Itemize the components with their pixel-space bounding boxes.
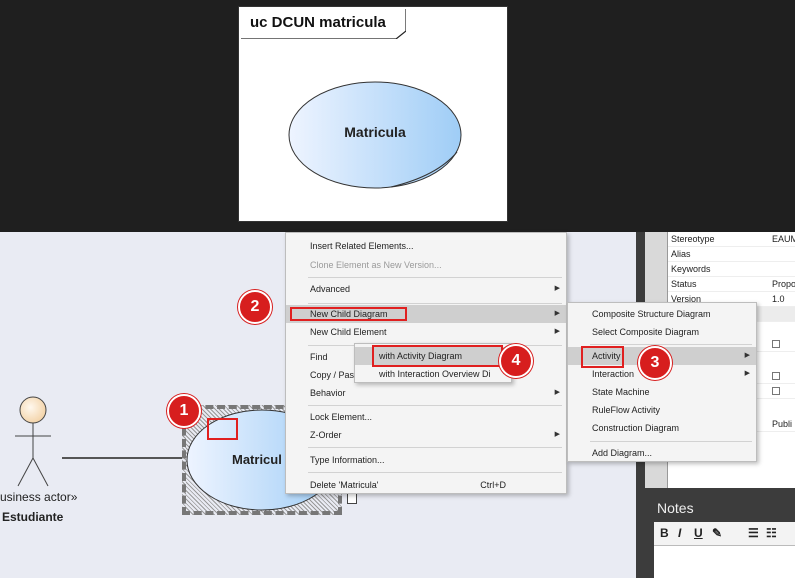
chevron-right-icon: ▶: [554, 328, 560, 335]
bullet-list-icon[interactable]: ☰: [748, 526, 759, 540]
highlight-box-3: [581, 346, 624, 368]
menu-separator: [308, 447, 562, 448]
menu-separator: [308, 303, 562, 304]
menu-item-construction-diagram[interactable]: Construction Diagram: [568, 419, 756, 437]
highlight-box-2: [290, 307, 407, 321]
usecase-name: Matricul: [232, 452, 282, 467]
chevron-right-icon: ▶: [554, 310, 560, 317]
chevron-right-icon: ▶: [744, 352, 750, 359]
diagram-frame-title: uc DCUN matricula: [250, 14, 386, 31]
menu-item-behavior[interactable]: Behavior ▶: [286, 384, 566, 402]
menu-separator: [308, 405, 562, 406]
menu-item-with-interaction-overview[interactable]: with Interaction Overview Di: [355, 365, 511, 383]
prop-checkbox[interactable]: [772, 372, 780, 380]
menu-item-type-information[interactable]: Type Information...: [286, 451, 566, 469]
highlight-box-1: [207, 418, 238, 440]
menu-item-state-machine[interactable]: State Machine: [568, 383, 756, 401]
menu-item-composite-structure[interactable]: Composite Structure Diagram: [568, 305, 756, 323]
menu-item-new-child-element[interactable]: New Child Element ▶: [286, 323, 566, 341]
menu-separator: [590, 344, 752, 345]
actor-icon[interactable]: [12, 396, 54, 488]
underline-button[interactable]: U: [694, 526, 703, 540]
shortcut-label: Ctrl+D: [480, 480, 506, 490]
highlight-box-4: [372, 345, 503, 367]
callout-badge-4: 4: [499, 344, 533, 378]
notes-editor[interactable]: [654, 546, 795, 578]
menu-item-clone-element[interactable]: Clone Element as New Version...: [286, 256, 566, 274]
prop-checkbox[interactable]: [772, 387, 780, 395]
prop-row[interactable]: Keywords: [668, 262, 795, 277]
menu-separator: [308, 277, 562, 278]
menu-item-insert-related[interactable]: Insert Related Elements...: [286, 237, 566, 255]
menu-item-z-order[interactable]: Z-Order ▶: [286, 426, 566, 444]
numbered-list-icon[interactable]: ☷: [766, 526, 777, 540]
prop-row[interactable]: Status Propo: [668, 277, 795, 292]
prop-row[interactable]: Stereotype EAUM: [668, 232, 795, 247]
menu-separator: [590, 441, 752, 442]
bold-button[interactable]: B: [660, 526, 669, 540]
menu-item-advanced[interactable]: Advanced ▶: [286, 280, 566, 298]
prop-row[interactable]: Alias: [668, 247, 795, 262]
menu-item-select-composite[interactable]: Select Composite Diagram: [568, 323, 756, 341]
notes-toolbar: B I U ✎ ☰ ☷: [654, 522, 795, 546]
callout-badge-2: 2: [238, 290, 272, 324]
text-color-icon[interactable]: ✎: [712, 526, 722, 540]
menu-item-delete[interactable]: Delete 'Matricula' Ctrl+D: [286, 476, 566, 494]
callout-badge-3: 3: [638, 346, 672, 380]
child-diagram-submenu: Composite Structure Diagram Select Compo…: [567, 302, 757, 462]
callout-badge-1: 1: [167, 394, 201, 428]
menu-separator: [308, 472, 562, 473]
menu-item-add-diagram[interactable]: Add Diagram...: [568, 444, 756, 462]
chevron-right-icon: ▶: [554, 389, 560, 396]
association-line[interactable]: [62, 457, 186, 459]
actor-stereotype: usiness actor»: [0, 490, 78, 504]
usecase-name-preview: Matricula: [344, 124, 406, 140]
chevron-right-icon: ▶: [554, 285, 560, 292]
diagram-preview-card: uc DCUN matricula Matricula: [238, 6, 508, 222]
chevron-right-icon: ▶: [744, 370, 750, 377]
menu-item-lock-element[interactable]: Lock Element...: [286, 408, 566, 426]
italic-button[interactable]: I: [678, 526, 681, 540]
actor-name: Estudiante: [2, 510, 64, 524]
notes-title: Notes: [657, 500, 694, 516]
chevron-right-icon: ▶: [554, 431, 560, 438]
menu-item-ruleflow-activity[interactable]: RuleFlow Activity: [568, 401, 756, 419]
prop-checkbox[interactable]: [772, 340, 780, 348]
